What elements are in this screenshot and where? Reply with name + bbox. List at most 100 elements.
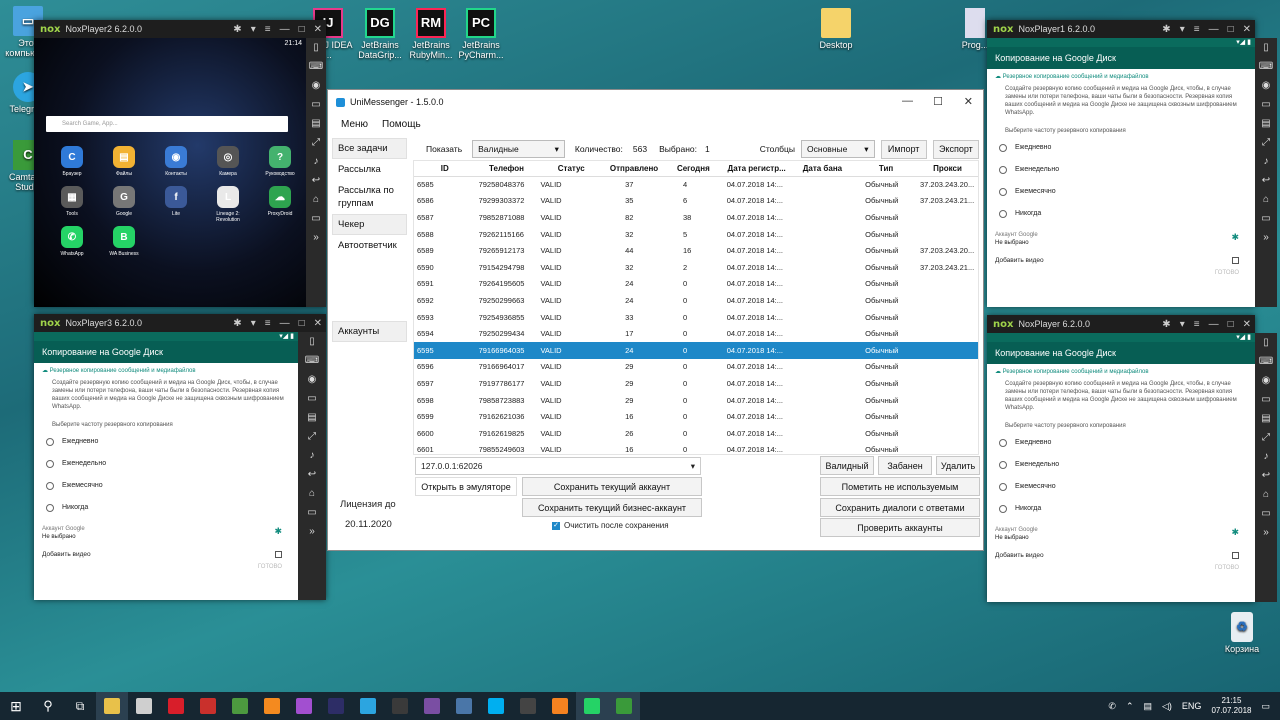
mark-unused-button[interactable]: Пометить не используемым — [820, 477, 980, 496]
fullscreen-icon[interactable]: ⤢ — [1262, 432, 1270, 443]
window-titlebar[interactable]: UniMessenger - 1.5.0.0 — ☐ ✕ — [328, 90, 983, 114]
column-header[interactable]: Дата регистр... — [723, 161, 790, 177]
screen-icon[interactable]: ▭ — [307, 393, 316, 404]
column-header[interactable]: Статус — [537, 161, 606, 177]
table-row[interactable]: 6586 79299303372 VALID 35 6 04.07.2018 14:...… — [414, 193, 978, 210]
minimize-icon[interactable]: — — [280, 24, 290, 35]
table-row[interactable]: 6585 79258048376 VALID 37 4 04.07.2018 14:...… — [414, 176, 978, 193]
done-button[interactable]: ГОТОВО — [995, 269, 1247, 277]
add-video-row[interactable]: Добавить видео — [42, 551, 290, 559]
app-2[interactable]: ▤ Файлы — [104, 146, 144, 177]
noxplayer2-screen[interactable]: 21:14 Search Game, App... C Браузер ▤ Файлы… — [34, 38, 306, 307]
table-row[interactable]: 6599 79162621036 VALID 16 0 04.07.2018 14:...… — [414, 408, 978, 425]
chevron-up-icon[interactable]: ⌃ — [1126, 701, 1134, 712]
menu-icon[interactable]: ≡ — [265, 24, 271, 35]
app-6[interactable]: ▦ Tools — [52, 186, 92, 217]
language-indicator[interactable]: ENG — [1182, 701, 1202, 711]
nav-checker[interactable]: Чекер — [332, 214, 407, 235]
done-button[interactable]: ГОТОВО — [42, 563, 290, 571]
frequency-option[interactable]: Никогда — [995, 203, 1247, 225]
taskbar-app-sheet[interactable] — [224, 692, 256, 720]
done-button[interactable]: ГОТОВО — [995, 564, 1247, 572]
notifications-icon[interactable]: ▭ — [1261, 701, 1270, 712]
more-icon[interactable]: » — [1263, 527, 1269, 538]
search-button[interactable]: ⚲ — [32, 692, 64, 720]
recent-icon[interactable]: ▭ — [307, 507, 316, 518]
delete-button[interactable]: Удалить — [936, 456, 980, 475]
taskbar-app-chrome-like[interactable] — [128, 692, 160, 720]
desktop-icon-prog[interactable]: Prog... — [960, 8, 990, 50]
menu-icon[interactable]: ≡ — [1194, 319, 1200, 330]
maximize-icon[interactable]: ☐ — [933, 95, 943, 108]
home-icon[interactable]: ⌂ — [1263, 194, 1269, 205]
desktop-icon-recycle-bin[interactable]: ♻ Корзина — [1214, 612, 1270, 654]
column-header[interactable]: Прокси — [916, 161, 978, 177]
fullscreen-icon[interactable]: ⤢ — [1262, 137, 1270, 148]
location-icon[interactable]: ◉ — [308, 374, 317, 385]
taskbar-app-nox[interactable] — [512, 692, 544, 720]
location-icon[interactable]: ◉ — [312, 80, 321, 91]
table-row[interactable]: 6595 79166964035 VALID 24 0 04.07.2018 14:...… — [414, 341, 978, 359]
taskbar-app-whatsapp[interactable] — [576, 692, 608, 720]
column-header[interactable]: Телефон — [475, 161, 538, 177]
recent-icon[interactable]: ▭ — [1261, 508, 1270, 519]
desktop-icon-desktop-folder[interactable]: Desktop — [808, 8, 864, 50]
nav-accounts[interactable]: Аккаунты — [332, 321, 407, 342]
fullscreen-icon[interactable]: ⤢ — [312, 137, 320, 148]
more-icon[interactable]: » — [313, 232, 319, 243]
mark-banned-button[interactable]: Забанен — [878, 456, 932, 475]
frequency-option[interactable]: Ежедневно — [42, 431, 290, 453]
table-row[interactable]: 6597 79197786177 VALID 29 0 04.07.2018 14:...… — [414, 375, 978, 392]
location-icon[interactable]: ◉ — [1262, 375, 1271, 386]
app-9[interactable]: L Lineage 2: Revolution — [208, 186, 248, 223]
phone-icon[interactable]: ▯ — [1263, 337, 1269, 348]
volume-icon[interactable]: ♪ — [1264, 451, 1269, 462]
back-icon[interactable]: ↩ — [1262, 175, 1270, 186]
frequency-option[interactable]: Никогда — [995, 498, 1247, 520]
settings-icon[interactable]: ✱ — [233, 318, 241, 329]
frequency-option[interactable]: Ежемесячно — [995, 181, 1247, 203]
frequency-option[interactable]: Еженедельно — [995, 159, 1247, 181]
save-dialogs-button[interactable]: Сохранить диалоги с ответами — [820, 498, 980, 517]
frequency-option[interactable]: Ежедневно — [995, 432, 1247, 454]
minimize-icon[interactable]: — — [1209, 24, 1219, 35]
settings-icon[interactable]: ✱ — [233, 24, 241, 35]
chevron-down-icon[interactable]: ▾ — [251, 318, 256, 329]
task-view-button[interactable]: ⧉ — [64, 692, 96, 720]
close-icon[interactable]: ✕ — [1243, 319, 1251, 330]
column-header[interactable]: ID — [414, 161, 476, 177]
settings-icon[interactable]: ✱ — [1162, 319, 1170, 330]
whatsapp-tray-icon[interactable]: ✆ — [1108, 701, 1116, 712]
noxplayer3-titlebar[interactable]: nox NoxPlayer3 6.2.0.0 ✱ ▾ ≡ — □ ✕ — [34, 314, 326, 332]
minimize-icon[interactable]: — — [1209, 319, 1219, 330]
frequency-option[interactable]: Еженедельно — [42, 453, 290, 475]
close-icon[interactable]: ✕ — [964, 95, 973, 108]
close-icon[interactable]: ✕ — [1243, 24, 1251, 35]
home-icon[interactable]: ⌂ — [313, 194, 319, 205]
app-8[interactable]: f Lite — [156, 186, 196, 217]
phone-icon[interactable]: ▯ — [1263, 42, 1269, 53]
table-row[interactable]: 6596 79166964017 VALID 29 0 04.07.2018 14:...… — [414, 359, 978, 376]
more-icon[interactable]: » — [309, 526, 315, 537]
network-icon[interactable]: ▤ — [1143, 701, 1152, 712]
minimize-icon[interactable]: — — [280, 318, 290, 329]
noxplayer2-titlebar[interactable]: nox NoxPlayer2 6.2.0.0 ✱ ▾ ≡ — □ ✕ — [34, 20, 326, 38]
account-row[interactable]: Аккаунт Google Не выбрано ✱ — [995, 526, 1247, 542]
taskbar-app-steam[interactable] — [384, 692, 416, 720]
app-search-bar[interactable]: Search Game, App... — [46, 116, 288, 132]
keyboard-icon[interactable]: ⌨ — [1259, 61, 1273, 72]
app-5[interactable]: ? Руководство — [260, 146, 300, 177]
taskbar-app-ok[interactable] — [544, 692, 576, 720]
save-account-button[interactable]: Сохранить текущий аккаунт — [522, 477, 702, 496]
taskbar-app-opera[interactable] — [160, 692, 192, 720]
keyboard-icon[interactable]: ⌨ — [309, 61, 323, 72]
fullscreen-icon[interactable]: ⤢ — [308, 431, 316, 442]
app-3[interactable]: ◉ Контакты — [156, 146, 196, 177]
app-10[interactable]: ☁ ProxyDroid — [260, 186, 300, 217]
maximize-icon[interactable]: □ — [299, 24, 305, 35]
taskbar-app-sublime[interactable] — [256, 692, 288, 720]
emulator-address-dropdown[interactable]: 127.0.0.1:62026 ▾ — [415, 457, 701, 475]
screen-icon[interactable]: ▭ — [311, 99, 320, 110]
taskbar-app-intellij[interactable] — [320, 692, 352, 720]
taskbar-app-vk[interactable] — [448, 692, 480, 720]
